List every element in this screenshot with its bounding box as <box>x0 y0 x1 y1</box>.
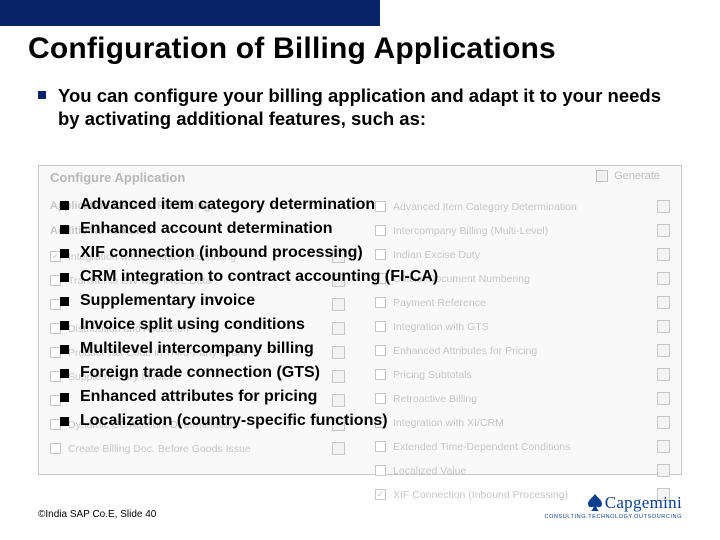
lead-text: You can configure your billing applicati… <box>58 84 682 130</box>
square-bullet-icon <box>60 225 69 234</box>
lead: You can configure your billing applicati… <box>38 84 682 130</box>
list-item: XIF connection (inbound processing) <box>60 244 660 262</box>
list-item: Supplementary invoice <box>60 292 660 310</box>
square-bullet-icon <box>60 201 69 210</box>
bg-caption: Configure Application <box>50 170 185 185</box>
bullet-icon <box>38 91 46 99</box>
bg-row: Create Billing Doc. Before Goods Issue <box>50 442 345 455</box>
tool-icon <box>657 440 670 453</box>
list-item: CRM integration to contract accounting (… <box>60 268 660 286</box>
bg-row: Extended Time-Dependent Conditions <box>375 440 670 453</box>
logo: Capgemini CONSULTING.TECHNOLOGY.OUTSOURC… <box>544 493 682 520</box>
square-bullet-icon <box>60 321 69 330</box>
square-bullet-icon <box>60 273 69 282</box>
footer: ©India SAP Co.E, Slide 40 Capgemini CONS… <box>38 493 682 520</box>
list-item: Enhanced account determination <box>60 220 660 238</box>
spade-icon <box>587 494 603 512</box>
square-bullet-icon <box>60 249 69 258</box>
list-item: Localization (country-specific functions… <box>60 412 660 430</box>
list-item: Enhanced attributes for pricing <box>60 388 660 406</box>
checkbox-icon <box>375 465 386 476</box>
tool-icon <box>332 442 345 455</box>
logo-main: Capgemini <box>587 493 682 513</box>
logo-word: Capgemini <box>605 493 682 513</box>
list-item: Invoice split using conditions <box>60 316 660 334</box>
checkbox-icon <box>375 441 386 452</box>
bg-row: Localized Value <box>375 464 670 477</box>
square-bullet-icon <box>60 369 69 378</box>
feature-list: Advanced item category determination Enh… <box>60 196 660 436</box>
bg-generate-label: Generate <box>614 170 660 182</box>
list-item: Advanced item category determination <box>60 196 660 214</box>
generate-icon <box>596 170 608 182</box>
list-item: Foreign trade connection (GTS) <box>60 364 660 382</box>
list-item: Multilevel intercompany billing <box>60 340 660 358</box>
checkbox-icon <box>50 443 61 454</box>
accent-bar <box>0 0 380 26</box>
square-bullet-icon <box>60 417 69 426</box>
page-title: Configuration of Billing Applications <box>28 32 556 66</box>
square-bullet-icon <box>60 345 69 354</box>
tool-icon <box>657 464 670 477</box>
square-bullet-icon <box>60 393 69 402</box>
slide: Configuration of Billing Applications Yo… <box>0 0 720 540</box>
square-bullet-icon <box>60 297 69 306</box>
footer-text: ©India SAP Co.E, Slide 40 <box>38 509 156 520</box>
logo-tagline: CONSULTING.TECHNOLOGY.OUTSOURCING <box>544 514 682 520</box>
bg-generate: Generate <box>596 170 660 182</box>
